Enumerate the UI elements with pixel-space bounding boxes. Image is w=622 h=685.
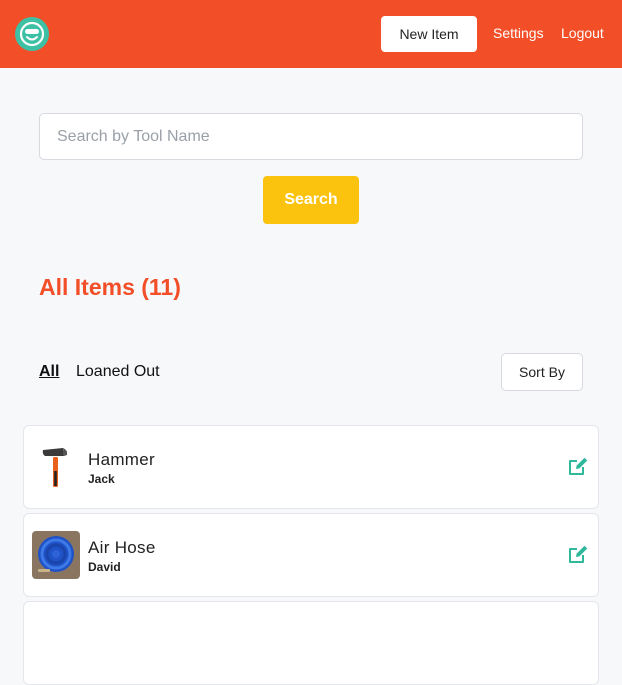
edit-icon[interactable] bbox=[567, 455, 589, 477]
item-name: Air Hose bbox=[88, 538, 156, 557]
air-hose-icon bbox=[32, 531, 80, 579]
sort-by-button[interactable]: Sort By bbox=[501, 353, 583, 391]
logout-link[interactable]: Logout bbox=[561, 25, 604, 41]
hammer-icon bbox=[32, 443, 80, 491]
list-item[interactable]: Air Hose David bbox=[23, 513, 599, 597]
list-item[interactable] bbox=[23, 601, 599, 685]
logo-icon[interactable] bbox=[15, 17, 49, 51]
search-button[interactable]: Search bbox=[263, 176, 359, 224]
list-item[interactable]: Hammer Jack bbox=[23, 425, 599, 509]
search-input[interactable] bbox=[39, 113, 583, 160]
edit-icon[interactable] bbox=[567, 543, 589, 565]
item-name: Hammer bbox=[88, 450, 155, 469]
top-nav-bar: New Item Settings Logout bbox=[0, 0, 622, 68]
item-owner: David bbox=[88, 560, 121, 574]
settings-link[interactable]: Settings bbox=[493, 25, 544, 41]
tab-loaned-out[interactable]: Loaned Out bbox=[76, 363, 160, 381]
item-owner: Jack bbox=[88, 472, 115, 486]
page-title: All Items (11) bbox=[39, 274, 181, 300]
new-item-button[interactable]: New Item bbox=[381, 16, 477, 52]
tab-all[interactable]: All bbox=[39, 363, 59, 381]
